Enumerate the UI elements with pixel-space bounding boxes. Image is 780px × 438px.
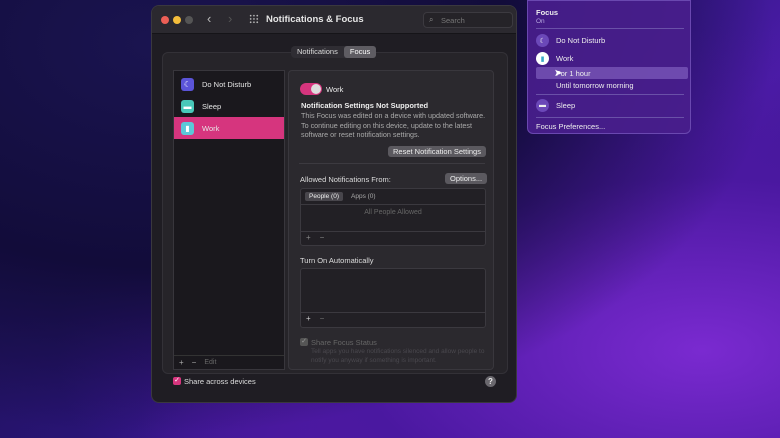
remove-automation-button[interactable]: − [320, 314, 325, 323]
reset-notification-settings-button[interactable]: Reset Notification Settings [388, 146, 486, 157]
item-label: Sleep [556, 101, 576, 110]
work-toggle[interactable] [300, 83, 322, 95]
focus-item-work[interactable]: ▮ Work [174, 117, 284, 139]
help-button[interactable]: ? [485, 376, 496, 387]
menu-item-work[interactable]: ▮ Work [536, 52, 573, 65]
automation-footer: + − [306, 314, 324, 323]
focus-detail-panel: Work Notification Settings Not Supported… [288, 70, 494, 370]
item-label: Do Not Disturb [202, 79, 252, 89]
tab-apps[interactable]: Apps (0) [347, 192, 380, 201]
moon-icon: ☾ [181, 77, 194, 91]
edit-button[interactable]: Edit [204, 359, 216, 366]
remove-focus-button[interactable]: − [192, 358, 197, 367]
menu-title: Focus [536, 8, 559, 17]
item-label: Do Not Disturb [556, 36, 606, 45]
divider [536, 28, 684, 29]
title-bar: ‹ › Notifications & Focus Search ⌕ [152, 6, 516, 34]
zoom-button[interactable] [185, 16, 193, 24]
back-icon[interactable]: ‹ [207, 11, 211, 26]
share-focus-status-label: Share Focus Status [311, 338, 377, 347]
share-across-devices-label: Share across devices [184, 377, 256, 386]
menu-option-until-morning[interactable]: Until tomorrow morning [556, 81, 634, 90]
mouse-cursor-icon: ➤ [554, 68, 563, 79]
item-label: Work [556, 54, 574, 63]
divider [536, 117, 684, 118]
menu-item-do-not-disturb[interactable]: ☾ Do Not Disturb [536, 34, 605, 47]
close-button[interactable] [161, 16, 169, 24]
badge-icon: ▮ [536, 52, 549, 65]
bed-icon: ▬ [181, 99, 194, 113]
focus-list: ☾ Do Not Disturb ▬ Sleep ▮ Work + − Edit [173, 70, 285, 370]
remove-allowed-button[interactable]: − [320, 233, 325, 242]
tab-people[interactable]: People (0) [305, 192, 343, 201]
badge-icon: ▮ [181, 121, 194, 135]
segmented-tabs: Notifications Focus [291, 46, 377, 58]
divider [301, 312, 485, 313]
allowed-label: Allowed Notifications From: [300, 175, 391, 184]
allowed-subtabs: People (0) Apps (0) [305, 192, 380, 201]
warning-text: This Focus was edited on a device with u… [301, 111, 486, 139]
share-focus-status-description: Tell apps you have notifications silence… [311, 348, 485, 364]
tab-focus[interactable]: Focus [343, 46, 377, 58]
tab-notifications[interactable]: Notifications [291, 46, 344, 58]
focus-menu: Focus On ☾ Do Not Disturb ▮ Work For 1 hou… [527, 0, 691, 134]
add-focus-button[interactable]: + [179, 358, 184, 367]
focus-item-sleep[interactable]: ▬ Sleep [174, 95, 284, 117]
search-icon: ⌕ [429, 15, 434, 24]
automation-box: + − [300, 268, 486, 328]
window-title: Notifications & Focus [266, 14, 364, 25]
menu-status: On [536, 18, 545, 25]
all-people-text: All People Allowed [364, 209, 422, 216]
search-input[interactable]: Search [423, 12, 513, 28]
divider [299, 163, 485, 164]
divider [301, 204, 485, 205]
menu-item-sleep[interactable]: ▬ Sleep [536, 99, 575, 112]
divider [536, 94, 684, 95]
focus-preferences-item[interactable]: Focus Preferences... [536, 122, 605, 131]
allowed-box: People (0) Apps (0) All People Allowed +… [300, 188, 486, 246]
toggle-label: Work [326, 85, 344, 94]
warning-title: Notification Settings Not Supported [301, 101, 429, 110]
add-allowed-button[interactable]: + [306, 233, 311, 242]
moon-icon: ☾ [536, 34, 549, 47]
divider [301, 231, 485, 232]
item-label: Sleep [202, 101, 222, 111]
share-across-devices-checkbox[interactable]: ✓ [173, 377, 181, 385]
bed-icon: ▬ [536, 99, 549, 112]
preferences-window: ‹ › Notifications & Focus Search ⌕ Notif… [151, 5, 517, 403]
add-automation-button[interactable]: + [306, 314, 311, 323]
turn-on-label: Turn On Automatically [300, 256, 374, 265]
grid-icon[interactable] [249, 14, 259, 24]
forward-icon[interactable]: › [228, 11, 232, 26]
list-footer: + − Edit [174, 355, 284, 369]
focus-item-do-not-disturb[interactable]: ☾ Do Not Disturb [174, 73, 284, 95]
item-label: Work [202, 123, 220, 133]
allowed-footer: + − [306, 233, 324, 242]
minimize-button[interactable] [173, 16, 181, 24]
share-focus-status-checkbox[interactable]: ✓ [300, 338, 308, 346]
options-button[interactable]: Options... [445, 173, 488, 184]
